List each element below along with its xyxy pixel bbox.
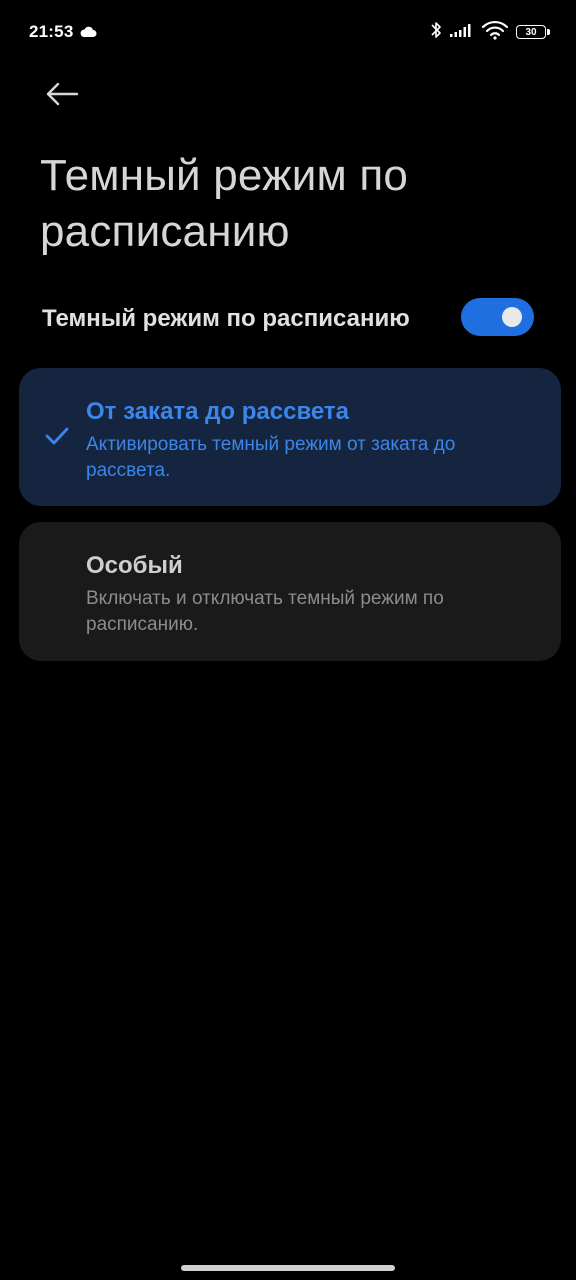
battery-icon: 30 [516,25,550,39]
arrow-left-icon [46,82,79,106]
option-sunset-to-sunrise[interactable]: От заката до рассвета Активировать темны… [19,368,561,506]
schedule-toggle-row[interactable]: Темный режим по расписанию [0,290,576,350]
status-bar: 21:53 30 [0,0,576,64]
page-title: Темный режим по расписанию [40,151,409,256]
dark-mode-schedule-toggle[interactable] [461,298,534,336]
bluetooth-icon [430,20,442,45]
option-custom[interactable]: Особый Включать и отключать темный режим… [19,522,561,661]
home-indicator[interactable] [181,1265,395,1271]
back-button[interactable] [40,74,84,114]
check-icon [45,426,69,451]
battery-level: 30 [525,26,537,38]
status-time: 21:53 [29,22,74,41]
option-title: От заката до рассвета [86,398,350,425]
wifi-icon [481,20,509,45]
status-icons: 30 [430,20,550,45]
option-description: Включать и отключать темный режим по рас… [86,588,444,635]
toggle-label: Темный режим по расписанию [42,305,410,332]
option-description: Активировать темный режим от заката до р… [86,434,456,481]
cloud-icon [79,25,97,43]
toggle-knob [502,307,522,327]
option-title: Особый [86,552,183,579]
signal-icon [450,22,474,43]
